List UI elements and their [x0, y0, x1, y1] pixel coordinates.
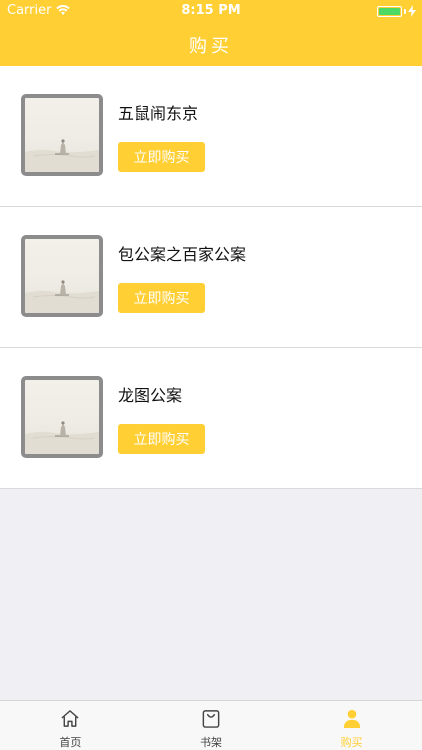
book-cover[interactable]	[21, 94, 103, 176]
landscape-cover-icon	[25, 421, 99, 454]
status-bar: Carrier 8:15 PM	[0, 0, 422, 22]
nav-header: Carrier 8:15 PM 购买	[0, 0, 422, 66]
landscape-cover-icon	[25, 280, 99, 313]
bag-icon	[202, 710, 220, 728]
list-item[interactable]: 五鼠闹东京 立即购买	[0, 66, 422, 207]
book-title: 包公案之百家公案	[118, 245, 247, 264]
book-cover[interactable]	[21, 376, 103, 458]
book-cover[interactable]	[21, 235, 103, 317]
list-item[interactable]: 包公案之百家公案 立即购买	[0, 207, 422, 348]
battery-tip	[404, 8, 406, 14]
tab-bookshelf[interactable]: 书架	[141, 701, 282, 750]
charging-bolt-icon	[408, 5, 416, 17]
battery-icon	[377, 5, 402, 17]
tab-label: 书架	[200, 736, 222, 749]
clock: 8:15 PM	[181, 3, 241, 18]
tab-label: 购买	[340, 736, 363, 749]
landscape-cover-icon	[25, 139, 99, 172]
buy-now-button[interactable]: 立即购买	[118, 424, 205, 454]
book-title: 五鼠闹东京	[118, 104, 199, 123]
book-title: 龙图公案	[118, 386, 183, 405]
list-item[interactable]: 龙图公案 立即购买	[0, 348, 422, 489]
buy-now-button[interactable]: 立即购买	[118, 283, 205, 313]
buy-now-button[interactable]: 立即购买	[118, 142, 205, 172]
battery-indicator	[377, 5, 416, 17]
home-icon	[61, 710, 79, 727]
book-list: 五鼠闹东京 立即购买 包公案之百家公案 立即购买 龙图公案 立即购买	[0, 66, 422, 489]
tab-purchase[interactable]: 购买	[281, 701, 422, 750]
page-title: 购买	[189, 36, 233, 57]
person-icon	[343, 709, 360, 729]
tab-bar: 首页 书架 购买	[0, 700, 422, 750]
tab-label: 首页	[59, 736, 82, 749]
tab-home[interactable]: 首页	[0, 701, 141, 750]
